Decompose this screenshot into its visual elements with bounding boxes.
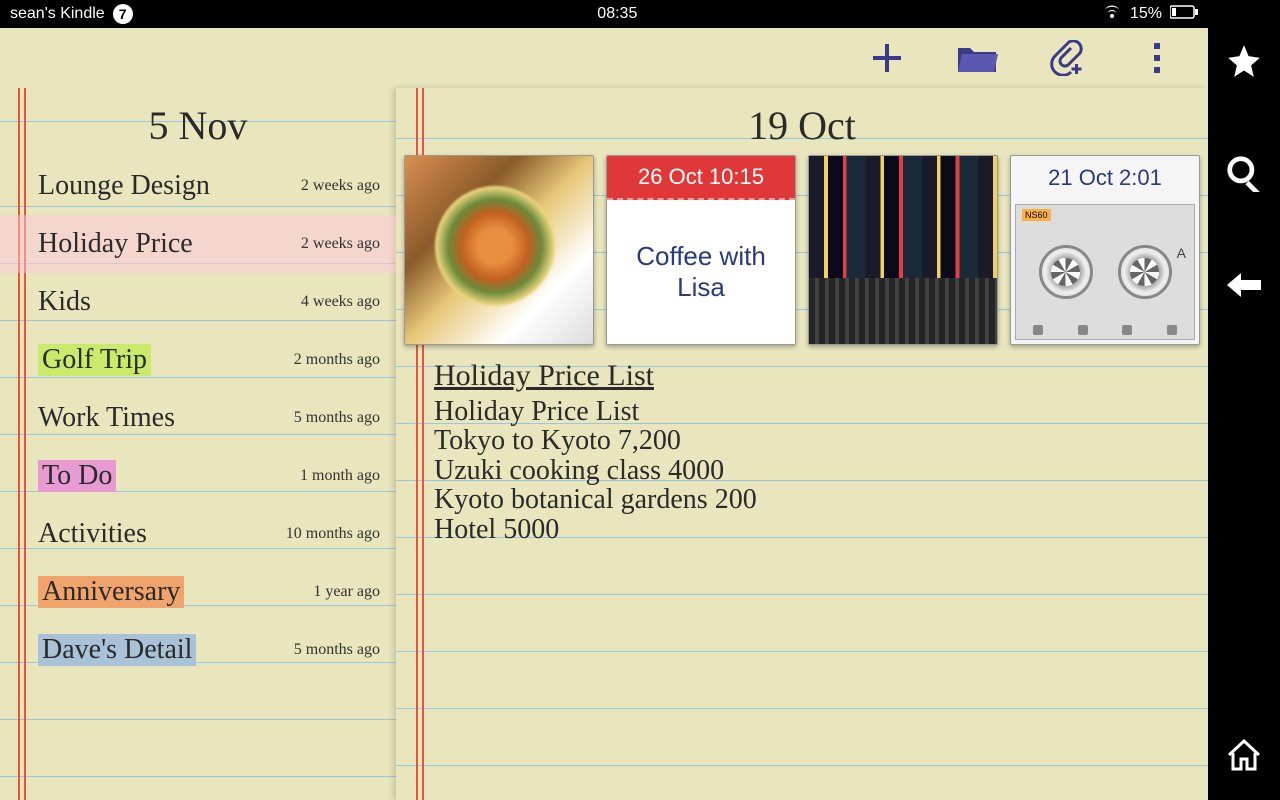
note-list-title: Anniversary <box>38 576 184 608</box>
note-line: Kyoto botanical gardens 200 <box>434 485 1188 514</box>
note-line: Holiday Price List <box>434 397 1188 426</box>
note-list-title: Holiday Price <box>38 228 193 260</box>
attachment-audio[interactable]: 21 Oct 2:01 NS60 A <box>1010 155 1200 345</box>
note-list-time: 2 weeks ago <box>301 177 380 195</box>
system-rail <box>1208 0 1280 800</box>
cassette-icon: NS60 A <box>1015 204 1195 340</box>
attachment-photo-food[interactable] <box>404 155 594 345</box>
folder-button[interactable] <box>956 37 998 79</box>
note-list-time: 5 months ago <box>294 641 380 659</box>
note-body[interactable]: Holiday Price List Holiday Price ListTok… <box>396 353 1208 544</box>
notification-badge[interactable]: 7 <box>113 4 133 24</box>
sidebar-date: 5 Nov <box>0 88 396 157</box>
note-list-title: Golf Trip <box>38 344 151 376</box>
status-time: 08:35 <box>133 5 1102 23</box>
note-list-time: 10 months ago <box>286 525 380 543</box>
search-button[interactable] <box>1223 152 1265 194</box>
note-list-title: Activities <box>38 518 147 550</box>
toolbar <box>0 28 1208 88</box>
cassette-side: A <box>1177 245 1186 261</box>
attachment-calendar[interactable]: 26 Oct 10:15 Coffee with Lisa <box>606 155 796 345</box>
note-list-item[interactable]: Holiday Price 2 weeks ago <box>0 215 396 273</box>
wifi-icon <box>1102 4 1122 25</box>
note-title: Holiday Price List <box>434 359 1188 393</box>
home-button[interactable] <box>1223 734 1265 776</box>
battery-icon <box>1170 5 1198 24</box>
calendar-title: Coffee with Lisa <box>607 200 795 344</box>
note-detail-panel: 19 Oct 26 Oct 10:15 Coffee with Lisa 21 … <box>396 88 1208 800</box>
device-name: sean's Kindle <box>10 5 105 23</box>
calendar-datetime: 26 Oct 10:15 <box>607 156 795 200</box>
attachment-row: 26 Oct 10:15 Coffee with Lisa 21 Oct 2:0… <box>396 155 1208 345</box>
app-main: sean's Kindle 7 08:35 15% <box>0 0 1208 800</box>
attach-button[interactable] <box>1046 37 1088 79</box>
note-list-item[interactable]: Golf Trip 2 months ago <box>0 331 396 389</box>
cassette-label: NS60 <box>1022 209 1051 221</box>
note-list-title: Dave's Detail <box>38 634 196 666</box>
note-list-item[interactable]: Activities 10 months ago <box>0 505 396 563</box>
note-line: Uzuki cooking class 4000 <box>434 456 1188 485</box>
note-list-item[interactable]: Kids 4 weeks ago <box>0 273 396 331</box>
attachment-photo-city[interactable] <box>808 155 998 345</box>
battery-percent: 15% <box>1130 5 1162 23</box>
note-list-item[interactable]: Lounge Design 2 weeks ago <box>0 157 396 215</box>
note-list-item[interactable]: To Do 1 month ago <box>0 447 396 505</box>
note-list-panel: 5 Nov Lounge Design2 weeks agoHoliday Pr… <box>0 88 396 800</box>
note-list-time: 5 months ago <box>294 409 380 427</box>
note-list-time: 2 weeks ago <box>301 235 380 253</box>
note-list-item[interactable]: Anniversary 1 year ago <box>0 563 396 621</box>
menu-button[interactable] <box>1136 37 1178 79</box>
note-list-title: To Do <box>38 460 116 492</box>
note-list-item[interactable]: Work Times 5 months ago <box>0 389 396 447</box>
note-list-time: 1 month ago <box>300 467 380 485</box>
note-list-title: Kids <box>38 286 91 318</box>
note-list-item[interactable]: Dave's Detail 5 months ago <box>0 621 396 679</box>
note-list-title: Lounge Design <box>38 170 210 202</box>
status-bar: sean's Kindle 7 08:35 15% <box>0 0 1208 28</box>
note-list-time: 1 year ago <box>313 583 380 601</box>
note-list-title: Work Times <box>38 402 175 434</box>
note-list-time: 2 months ago <box>294 351 380 369</box>
add-button[interactable] <box>866 37 908 79</box>
content-area: 5 Nov Lounge Design2 weeks agoHoliday Pr… <box>0 88 1208 800</box>
audio-datetime: 21 Oct 2:01 <box>1011 156 1199 200</box>
note-list-time: 4 weeks ago <box>301 293 380 311</box>
note-line: Tokyo to Kyoto 7,200 <box>434 426 1188 455</box>
detail-date: 19 Oct <box>396 88 1208 155</box>
favorite-button[interactable] <box>1223 40 1265 82</box>
note-line: Hotel 5000 <box>434 515 1188 544</box>
back-button[interactable] <box>1223 264 1265 306</box>
